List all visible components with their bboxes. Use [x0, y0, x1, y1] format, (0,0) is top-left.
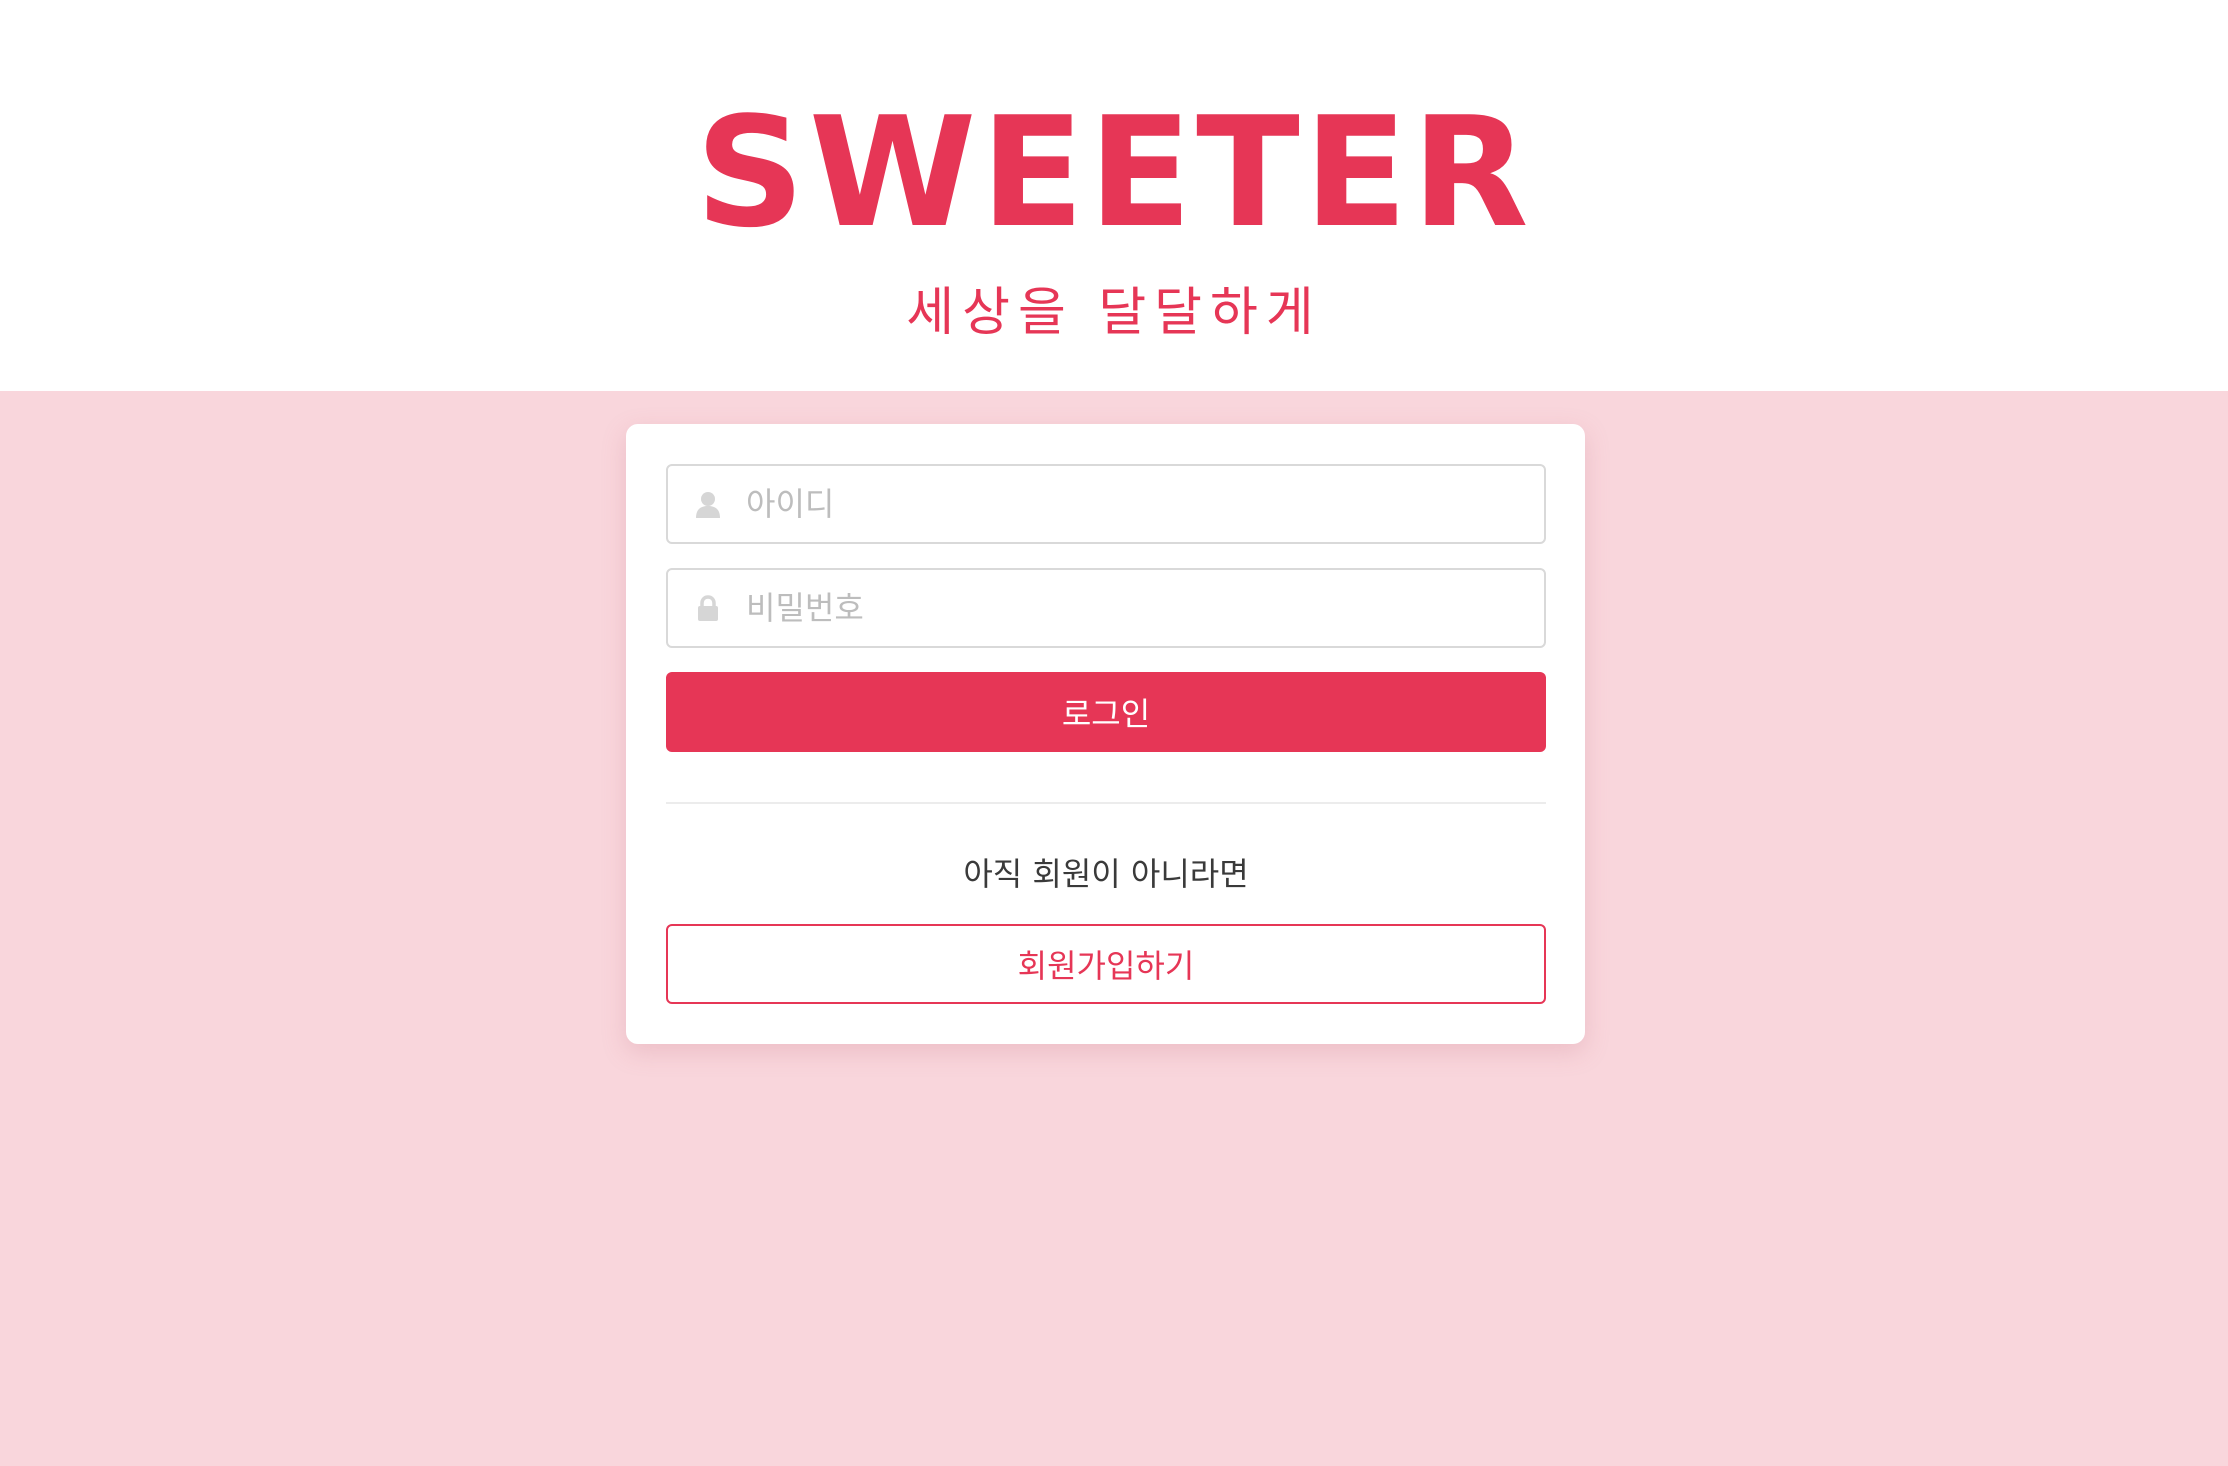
- password-field[interactable]: [666, 568, 1546, 648]
- id-field[interactable]: [666, 464, 1546, 544]
- login-card: 로그인 아직 회원이 아니라면 회원가입하기: [626, 424, 1585, 1044]
- login-button[interactable]: 로그인: [666, 672, 1546, 752]
- password-input[interactable]: [746, 570, 1526, 646]
- header: SWEETER 세상을 달달하게: [0, 0, 2228, 391]
- id-input[interactable]: [746, 466, 1526, 542]
- lock-icon: [694, 594, 722, 622]
- tagline: 세상을 달달하게: [906, 283, 1322, 343]
- divider: [666, 802, 1546, 804]
- logo: SWEETER: [695, 84, 1533, 261]
- signup-button[interactable]: 회원가입하기: [666, 924, 1546, 1004]
- signup-prompt: 아직 회원이 아니라면: [963, 855, 1249, 893]
- user-icon: [694, 490, 722, 518]
